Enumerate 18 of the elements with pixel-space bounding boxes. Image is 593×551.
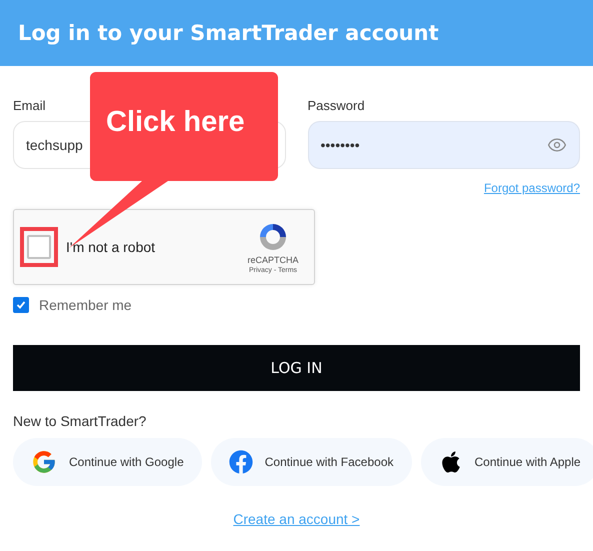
social-login-button[interactable]: Continue with Facebook (210, 438, 412, 486)
google-icon (31, 449, 57, 475)
signup-prompt: New to SmartTrader? (13, 413, 148, 429)
remember-label: Remember me (39, 297, 132, 313)
field-label: Password (308, 98, 366, 113)
social-login-button[interactable]: Continue with Apple (420, 438, 593, 486)
login-button[interactable]: LOG IN (13, 345, 580, 391)
check-icon (16, 300, 26, 310)
social-login-button[interactable]: Continue with Google (13, 438, 202, 486)
facebook-icon (228, 450, 253, 474)
captcha-label: I'm not a robot (66, 239, 156, 255)
field-label: Email (13, 98, 47, 113)
page-title: Log in to your SmartTrader account (18, 21, 439, 45)
password-field[interactable]: •••••••• (308, 121, 580, 169)
captcha-checkbox[interactable] (27, 235, 51, 259)
recaptcha-brand: reCAPTCHA (247, 254, 298, 264)
remember-checkbox[interactable] (13, 297, 29, 313)
callout-text: Click here (106, 106, 245, 139)
